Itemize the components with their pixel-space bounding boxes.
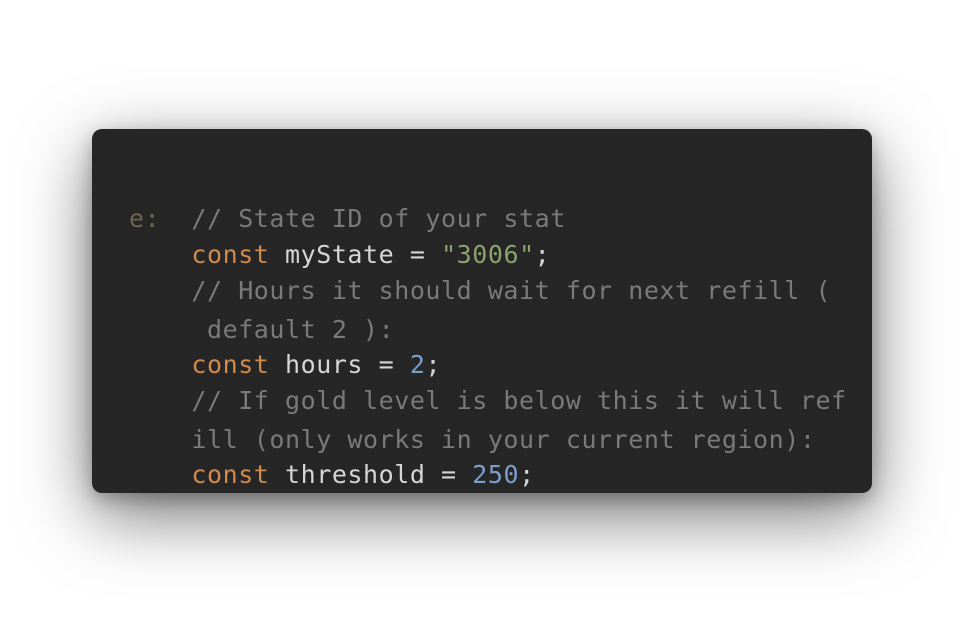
assignment-operator: = — [425, 460, 473, 489]
code-line-4: default 2 ): — [129, 273, 842, 344]
code-line-3: // Hours it should wait for next refill … — [129, 237, 842, 305]
variable-threshold: threshold — [285, 460, 426, 489]
semicolon: ; — [519, 460, 535, 489]
number-literal-threshold: 250 — [472, 460, 520, 489]
overlapping-text-fragment: e: — [129, 204, 161, 233]
code-line-6: // If gold level is below this it will r… — [129, 347, 846, 415]
const-keyword: const — [191, 460, 270, 489]
code-line-7: ill (only works in your current region): — [129, 383, 842, 454]
code-snippet-card: // State ID of your stat e: const myState… — [92, 129, 872, 493]
code-line-5: const hours = 2; — [129, 311, 842, 379]
code-line-1: // State ID of your stat — [129, 165, 842, 233]
code-line-2: e: const myState = "3006"; — [129, 201, 842, 269]
code-line-8: const threshold = 250; — [129, 421, 842, 489]
